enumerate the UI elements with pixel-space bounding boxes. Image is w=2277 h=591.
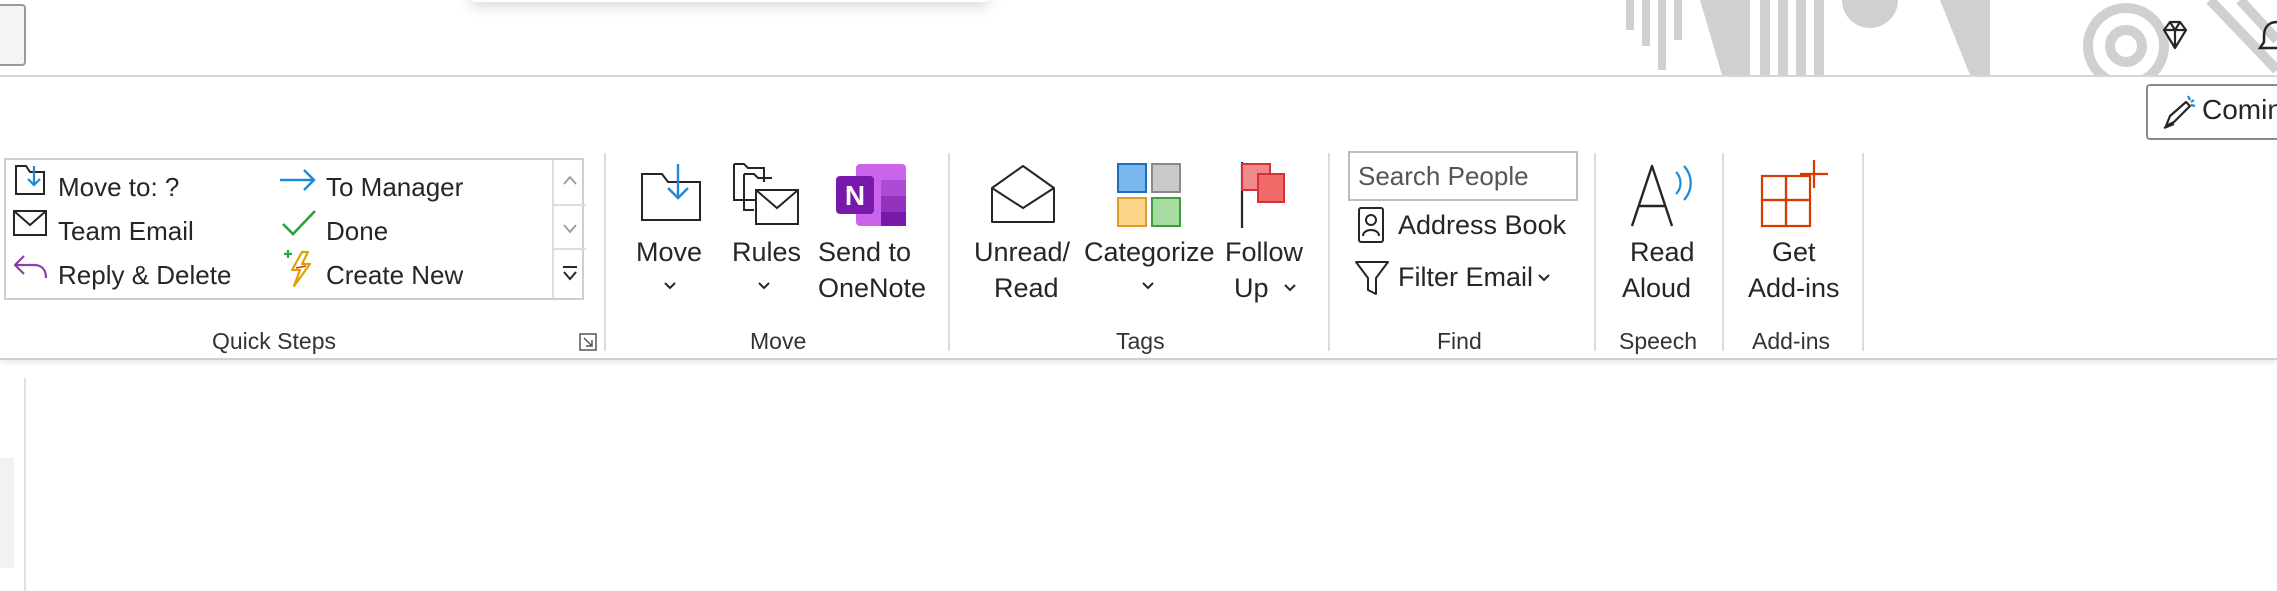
categorize-label: Categorize	[1084, 237, 1215, 267]
diamond-icon[interactable]	[2158, 18, 2192, 52]
onenote-icon: N	[836, 164, 906, 226]
add-ins-icon	[1760, 160, 1828, 228]
paintbrush-icon	[2163, 95, 2196, 130]
open-envelope-icon	[991, 165, 1055, 223]
reply-icon	[13, 255, 48, 279]
move-label: Move	[636, 237, 703, 267]
chevron-down-icon	[563, 224, 577, 234]
rules-label: Rules	[732, 237, 802, 267]
read-label: Read	[1630, 237, 1695, 267]
group-label-move: Move	[750, 328, 807, 354]
move-folder-icon	[641, 164, 701, 221]
expand-gallery-icon	[563, 266, 577, 281]
coming-soon-label: Comin	[2202, 94, 2277, 125]
onenote-label: OneNote	[818, 273, 927, 303]
group-label-tags: Tags	[1116, 328, 1165, 354]
filter-icon	[1355, 261, 1389, 295]
unread-read-button[interactable]: Unread/ Read	[970, 158, 1080, 308]
chevron-up-icon	[563, 175, 577, 185]
categorize-icon	[1117, 163, 1181, 227]
chevron-down-icon	[1538, 274, 1550, 282]
group-label-speech: Speech	[1619, 328, 1698, 354]
bell-icon[interactable]	[2258, 18, 2277, 54]
group-separator	[604, 153, 606, 351]
aloud-label: Aloud	[1622, 273, 1692, 303]
rules-button[interactable]: Rules	[726, 158, 806, 308]
follow-up-button[interactable]: Follow Up	[1220, 158, 1310, 308]
onenote-letter: N	[845, 180, 865, 211]
move-to-folder-icon	[15, 165, 45, 195]
collapsed-pane[interactable]	[0, 458, 14, 568]
folder-pane-divider[interactable]	[24, 378, 26, 591]
group-label-find: Find	[1437, 328, 1482, 354]
lightning-plus-icon	[284, 250, 312, 288]
window-control[interactable]	[0, 4, 26, 66]
unread-label: Unread/	[974, 237, 1071, 267]
quick-step-create-new[interactable]: Create New	[326, 260, 463, 291]
send-to-label: Send to	[818, 237, 912, 267]
envelope-icon	[13, 210, 47, 236]
chevron-down-icon	[758, 282, 770, 290]
group-separator	[1862, 153, 1864, 351]
flag-icon	[1240, 162, 1285, 228]
filter-email-button[interactable]: Filter Email	[1354, 256, 1584, 300]
get-label: Get	[1772, 237, 1816, 267]
group-label-add-ins: Add-ins	[1752, 328, 1830, 354]
quick-step-reply-delete[interactable]: Reply & Delete	[58, 260, 231, 291]
send-to-onenote-button[interactable]: N Send to OneNote	[812, 158, 932, 308]
group-separator	[1328, 153, 1330, 351]
address-book-button[interactable]: Address Book	[1354, 204, 1584, 248]
address-book-label: Address Book	[1398, 210, 1567, 240]
read-aloud-button[interactable]: Read Aloud	[1608, 158, 1708, 308]
add-ins-label: Add-ins	[1748, 273, 1840, 303]
chevron-down-icon	[1142, 282, 1154, 290]
group-label-quick-steps: Quick Steps	[212, 328, 336, 354]
move-button[interactable]: Move	[630, 158, 710, 308]
filter-email-label: Filter Email	[1398, 262, 1534, 292]
gallery-scroll-down[interactable]	[552, 204, 586, 250]
address-book-icon	[1358, 207, 1384, 243]
search-people-field[interactable]	[1348, 151, 1578, 201]
group-separator	[948, 153, 950, 351]
group-separator	[1722, 153, 1724, 351]
search-bar-shadow	[470, 0, 990, 2]
gallery-expand[interactable]	[552, 248, 586, 298]
quick-step-team-email[interactable]: Team Email	[58, 216, 194, 247]
coming-soon-button[interactable]: Comin	[2146, 84, 2277, 140]
rules-icon	[733, 163, 799, 225]
search-people-input[interactable]	[1356, 155, 1570, 197]
checkmark-icon	[282, 210, 316, 236]
gallery-scroll-up[interactable]	[552, 160, 586, 204]
quick-steps-gallery: Move to: ? Team Email Reply & Delete To …	[4, 158, 586, 300]
read-aloud-icon	[1630, 164, 1692, 227]
dialog-launcher-icon[interactable]	[578, 332, 598, 352]
arrow-right-icon	[280, 169, 316, 191]
read-label: Read	[994, 273, 1059, 303]
quick-step-to-manager[interactable]: To Manager	[326, 172, 463, 203]
chevron-down-icon	[1284, 284, 1296, 292]
up-label: Up	[1234, 273, 1269, 303]
categorize-button[interactable]: Categorize	[1082, 158, 1215, 308]
chevron-down-icon	[664, 282, 676, 290]
follow-label: Follow	[1225, 237, 1304, 267]
group-separator	[1594, 153, 1596, 351]
get-add-ins-button[interactable]: Get Add-ins	[1734, 158, 1854, 308]
quick-step-move-to[interactable]: Move to: ?	[58, 172, 179, 203]
quick-step-done[interactable]: Done	[326, 216, 388, 247]
